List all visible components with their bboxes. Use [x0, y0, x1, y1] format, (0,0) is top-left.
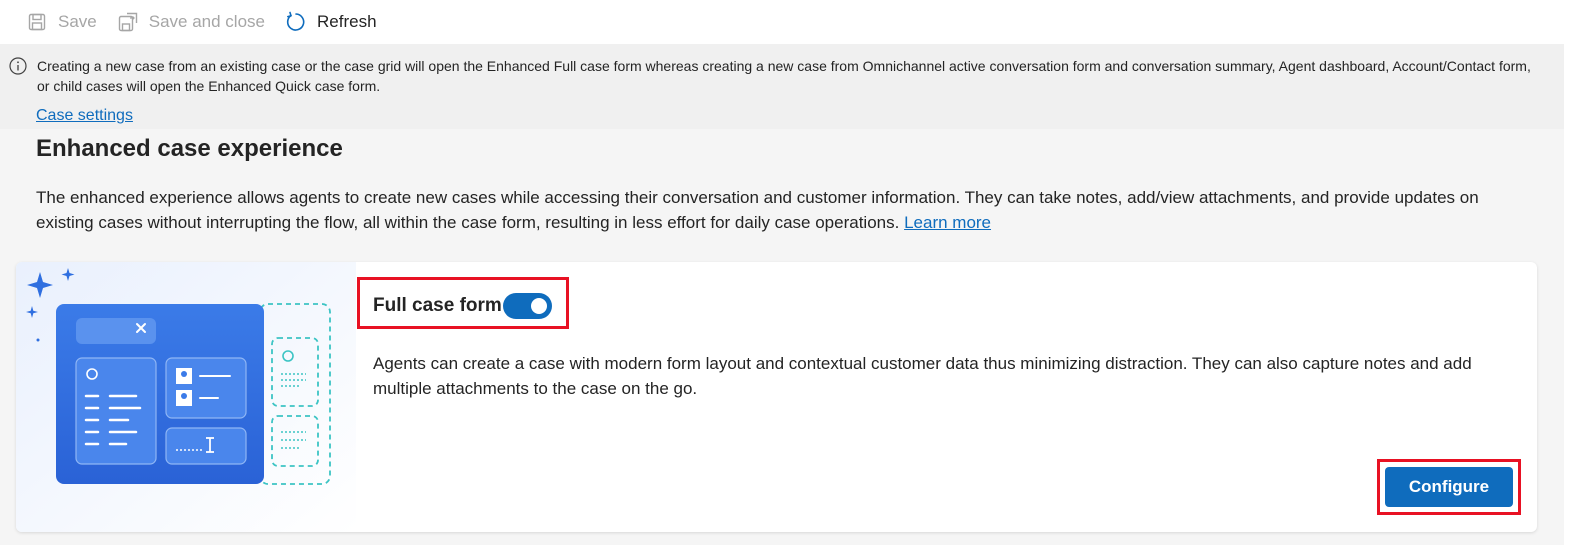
scrollbar[interactable] [1564, 44, 1587, 545]
card-description: Agents can create a case with modern for… [373, 354, 1472, 398]
notice-text: Creating a new case from an existing cas… [37, 58, 1531, 94]
refresh-button[interactable]: Refresh [285, 6, 377, 38]
save-button[interactable]: Save [26, 6, 97, 38]
case-form-illustration [16, 262, 356, 532]
save-and-close-button[interactable]: Save and close [117, 6, 265, 38]
command-bar: Save Save and close Refresh [0, 0, 1587, 44]
configure-button[interactable]: Configure [1385, 467, 1513, 507]
full-case-form-toggle[interactable] [503, 293, 552, 319]
full-case-form-label: Full case form [373, 295, 502, 316]
learn-more-link[interactable]: Learn more [904, 213, 991, 232]
save-and-close-label: Save and close [148, 12, 265, 31]
info-notice: Creating a new case from an existing cas… [0, 44, 1564, 100]
toggle-knob [531, 298, 547, 314]
refresh-label: Refresh [317, 12, 377, 31]
breadcrumb [0, 100, 1564, 129]
info-icon [8, 56, 28, 76]
case-settings-link[interactable]: Case settings [36, 107, 133, 125]
save-icon [26, 11, 48, 33]
page-title: Enhanced case experience [36, 135, 343, 162]
save-and-close-icon [117, 11, 139, 33]
refresh-icon [285, 11, 307, 33]
save-label: Save [58, 12, 97, 31]
section-description-text: The enhanced experience allows agents to… [36, 188, 1479, 232]
section-description: The enhanced experience allows agents to… [36, 185, 1536, 235]
